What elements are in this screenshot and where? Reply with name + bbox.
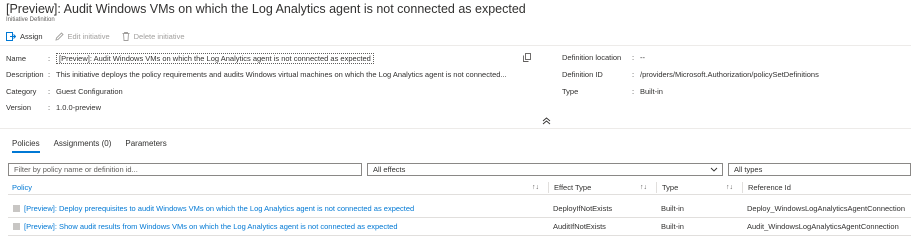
effect-type-cell: AuditIfNotExists: [553, 222, 606, 231]
type-cell: Built-in: [661, 204, 684, 213]
assign-label: Assign: [20, 31, 43, 41]
colon: :: [48, 103, 51, 112]
effect-type-cell: DeployIfNotExists: [553, 204, 613, 213]
version-label: Version: [6, 103, 32, 112]
colon: :: [632, 53, 635, 62]
colon: :: [632, 70, 635, 79]
sort-icon[interactable]: ↑↓: [726, 184, 733, 191]
type-label: Type: [562, 87, 579, 96]
category-label: Category: [6, 87, 37, 96]
name-label: Name: [6, 54, 27, 63]
row-checkbox[interactable]: [13, 223, 20, 230]
location-value: --: [640, 53, 645, 62]
column-header-reference-id[interactable]: Reference Id: [742, 182, 791, 193]
essentials-defid-row: Definition ID : /providers/Microsoft.Aut…: [562, 70, 911, 79]
essentials-description-row: Description : This initiative deploys th…: [6, 70, 526, 79]
policy-link[interactable]: [Preview]: Show audit results from Windo…: [24, 222, 398, 231]
colon: :: [48, 70, 51, 79]
types-dropdown-value: All types: [734, 165, 763, 174]
toolbar-divider: [0, 45, 911, 46]
essentials-type-row: Type : Built-in: [562, 87, 663, 96]
tab-bar: Policies Assignments (0) Parameters: [12, 139, 181, 153]
page-title: [Preview]: Audit Windows VMs on which th…: [6, 2, 526, 16]
table-row: [Preview]: Show audit results from Windo…: [8, 218, 911, 236]
assign-button[interactable]: Assign: [6, 31, 43, 41]
table-row: [Preview]: Deploy prerequisites to audit…: [8, 200, 911, 218]
essentials-name-row: Name : [Preview]: Audit Windows VMs on w…: [6, 53, 374, 64]
essentials-category-row: Category : Guest Configuration: [6, 87, 123, 96]
chevron-down-icon: [710, 167, 718, 172]
edit-initiative-label: Edit initiative: [67, 31, 110, 41]
reference-id-cell: Deploy_WindowsLogAnalyticsAgentConnectio…: [747, 204, 906, 213]
description-value: This initiative deploys the policy requi…: [56, 70, 507, 79]
copy-icon[interactable]: [523, 53, 531, 62]
column-header-policy[interactable]: Policy: [12, 183, 32, 192]
types-dropdown[interactable]: All types: [728, 163, 911, 176]
edit-icon: [54, 31, 64, 41]
description-label: Description: [6, 70, 44, 79]
sort-icon[interactable]: ↑↓: [532, 184, 539, 191]
tab-policies[interactable]: Policies: [12, 139, 40, 153]
definition-id-value: /providers/Microsoft.Authorization/polic…: [640, 70, 819, 79]
edit-initiative-button[interactable]: Edit initiative: [54, 31, 110, 41]
location-label: Definition location: [562, 53, 622, 62]
policy-link[interactable]: [Preview]: Deploy prerequisites to audit…: [24, 204, 414, 213]
essentials-divider: [0, 128, 911, 129]
effects-dropdown[interactable]: All effects: [367, 163, 723, 176]
colon: :: [48, 54, 51, 63]
table-header: Policy ↑↓ Effect Type ↑↓ Type ↑↓ Referen…: [8, 181, 911, 195]
page-subtitle: Initiative Definition: [6, 17, 55, 23]
row-checkbox[interactable]: [13, 205, 20, 212]
definition-id-label: Definition ID: [562, 70, 603, 79]
colon: :: [48, 87, 51, 96]
name-value[interactable]: [Preview]: Audit Windows VMs on which th…: [56, 53, 374, 64]
essentials-version-row: Version : 1.0.0-preview: [6, 103, 101, 112]
colon: :: [632, 87, 635, 96]
delete-initiative-button[interactable]: Delete initiative: [122, 31, 185, 41]
type-cell: Built-in: [661, 222, 684, 231]
category-value: Guest Configuration: [56, 87, 123, 96]
essentials-location-row: Definition location : --: [562, 53, 645, 62]
tab-parameters[interactable]: Parameters: [125, 139, 166, 153]
type-value: Built-in: [640, 87, 663, 96]
trash-icon: [122, 31, 130, 41]
sort-icon[interactable]: ↑↓: [640, 184, 647, 191]
column-header-type[interactable]: Type: [656, 182, 678, 193]
effects-dropdown-value: All effects: [373, 165, 406, 174]
version-value: 1.0.0-preview: [56, 103, 102, 112]
policy-search-input[interactable]: Filter by policy name or definition id..…: [8, 163, 362, 176]
reference-id-cell: Audit_WindowsLogAnalyticsAgentConnection: [747, 222, 899, 231]
assign-icon: [6, 31, 16, 41]
command-bar: Assign Edit initiative Delete initiative: [6, 30, 196, 42]
column-header-effect-type[interactable]: Effect Type: [548, 182, 591, 193]
chevron-up-icon[interactable]: [542, 117, 551, 125]
tab-assignments[interactable]: Assignments (0): [54, 139, 112, 153]
delete-initiative-label: Delete initiative: [133, 31, 185, 41]
